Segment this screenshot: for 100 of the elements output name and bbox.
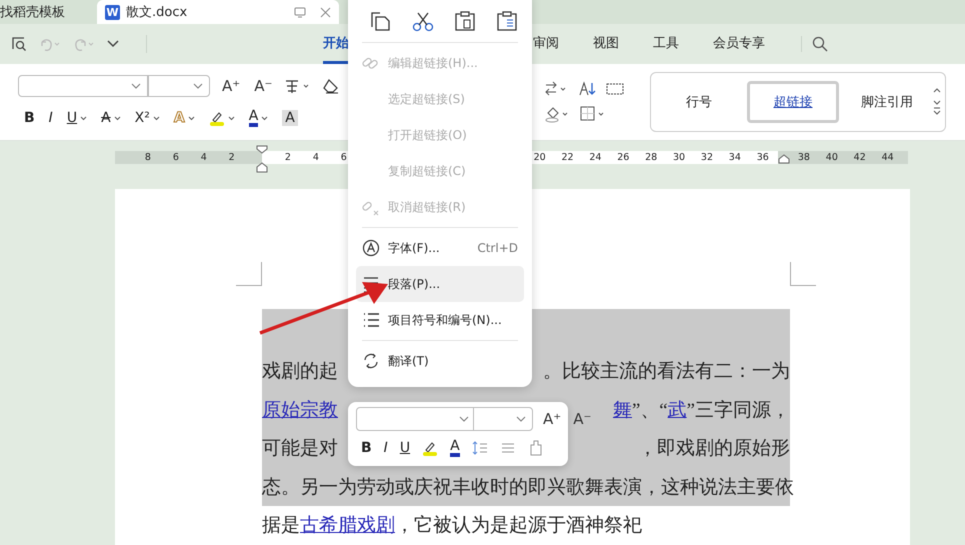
ruler-number: 36	[756, 152, 770, 163]
ruler-number: 26	[616, 152, 630, 163]
search-icon[interactable]	[801, 36, 828, 52]
indent-marker-icon[interactable]	[256, 145, 268, 175]
document-tab[interactable]: W 散文.docx	[97, 0, 339, 24]
word-badge: W	[105, 4, 120, 20]
translate-icon	[362, 352, 380, 370]
format-button[interactable]: X²	[128, 107, 166, 129]
cut-icon[interactable]	[412, 10, 434, 32]
format-button[interactable]: I	[378, 437, 393, 459]
font-size-button[interactable]: A⁻	[571, 410, 594, 428]
caret-icon[interactable]	[193, 83, 203, 89]
menu-item[interactable]: 段落(P)...	[356, 266, 524, 302]
ruler-number: 8	[144, 152, 152, 163]
fill-bucket-icon[interactable]	[544, 105, 570, 123]
font-size-field[interactable]	[148, 75, 210, 97]
ruler-number: 34	[728, 152, 742, 163]
ruler-number: 24	[588, 152, 602, 163]
ruler-number: 22	[560, 152, 575, 163]
format-button[interactable]: I	[42, 107, 59, 129]
monitor-icon[interactable]	[294, 6, 306, 18]
hyperlink[interactable]: 原始宗教	[262, 400, 338, 421]
ruler-number: 38	[796, 152, 811, 163]
font-size-button[interactable]: A⁻	[252, 77, 274, 95]
format-button[interactable]: U	[60, 107, 94, 129]
ruler-number: 2	[228, 152, 236, 163]
ruler-number: 4	[312, 152, 320, 163]
text-direction-icon[interactable]	[544, 81, 568, 97]
format-button[interactable]: A	[445, 437, 465, 459]
menu-tab[interactable]: 视图	[593, 24, 619, 64]
body-text: 态。另一为劳动或庆祝丰收时的即兴歌舞表演，这种说法主要依	[262, 476, 794, 498]
caret-icon[interactable]	[107, 40, 119, 48]
caret-icon[interactable]	[114, 116, 121, 120]
body-text: ，它被认为是起源于酒神祭祀	[395, 515, 642, 536]
menu-tab[interactable]: 会员专享	[713, 24, 765, 64]
ruler-number: 28	[644, 152, 658, 163]
highlighter-icon	[422, 440, 438, 456]
menu-item[interactable]: 翻译(T)	[356, 343, 524, 379]
ruler-number: 42	[852, 152, 867, 163]
paste-icon[interactable]	[454, 10, 476, 32]
body-text: ”三字同源，	[686, 400, 790, 421]
style-option[interactable]: 脚注引用	[841, 81, 933, 123]
ruler-number: 6	[340, 152, 348, 163]
body-text: 戏剧的起	[262, 361, 338, 382]
menu-tab[interactable]: 审阅	[533, 24, 559, 64]
caret-icon[interactable]	[80, 116, 88, 120]
body-text: 可能是对	[262, 438, 338, 460]
sort-icon[interactable]	[578, 81, 596, 97]
ruler-number: 30	[672, 152, 686, 163]
menu-item[interactable]: 字体(F)... Ctrl+D	[356, 230, 524, 266]
format-button[interactable]: A	[242, 107, 274, 129]
caret-icon[interactable]	[459, 416, 469, 422]
format-button[interactable]: A	[95, 107, 127, 129]
caret-icon[interactable]	[131, 83, 141, 89]
copy-icon[interactable]	[370, 10, 392, 32]
paste-special-icon[interactable]	[496, 10, 518, 32]
caret-icon[interactable]	[188, 116, 195, 120]
border-icon[interactable]	[580, 106, 606, 122]
ruler-number: 44	[880, 152, 895, 163]
document-tab[interactable]: 找稻壳模板	[0, 0, 95, 24]
caret-icon[interactable]	[261, 116, 268, 120]
format-button[interactable]: B	[18, 107, 41, 129]
format-button[interactable]: U	[394, 437, 416, 459]
eraser-icon[interactable]	[322, 78, 340, 94]
table-grid-icon[interactable]	[606, 82, 624, 96]
line-spacing-icon	[472, 440, 488, 456]
clipboard-icon	[528, 440, 544, 456]
caret-icon[interactable]	[228, 116, 235, 120]
font-size-field[interactable]	[473, 407, 533, 431]
body-text: ”、“	[632, 400, 668, 421]
font-name-field[interactable]	[18, 75, 148, 97]
ruler-number: 6	[172, 152, 180, 163]
format-button[interactable]: A	[168, 107, 201, 129]
font-size-button[interactable]: A⁺	[541, 410, 564, 428]
close-icon[interactable]	[320, 6, 331, 18]
menu-tab[interactable]: 工具	[653, 24, 679, 64]
format-button[interactable]: B	[356, 437, 377, 459]
format-button[interactable]: A	[276, 107, 304, 129]
margin-corner-mark	[236, 262, 262, 286]
font-size-button[interactable]: A⁺	[220, 77, 242, 95]
caret-icon[interactable]	[516, 416, 526, 422]
gallery-scroll-icon[interactable]	[933, 87, 941, 117]
style-option[interactable]: 行号	[653, 81, 745, 123]
print-preview-icon[interactable]	[11, 36, 27, 52]
hyperlink[interactable]: 古希腊戏剧	[300, 515, 395, 536]
hyperlink[interactable]: 舞	[612, 400, 632, 421]
ruler-number: 4	[200, 152, 208, 163]
style-option[interactable]: 超链接	[747, 81, 839, 123]
margin-corner-mark	[790, 262, 816, 286]
hyperlink[interactable]: 武	[668, 400, 687, 421]
ruler-number: 40	[824, 152, 839, 163]
highlighter-icon	[208, 110, 225, 126]
list-icon	[362, 311, 380, 329]
body-text: 据是	[262, 515, 300, 536]
menu-item[interactable]: 项目符号和编号(N)...	[356, 302, 524, 338]
caret-icon[interactable]	[152, 116, 160, 120]
body-text: ，即戏剧的原始形	[638, 438, 790, 460]
ruler-number: 32	[700, 152, 714, 163]
font-name-field[interactable]	[356, 407, 476, 431]
ruler-number: 20	[532, 152, 547, 163]
